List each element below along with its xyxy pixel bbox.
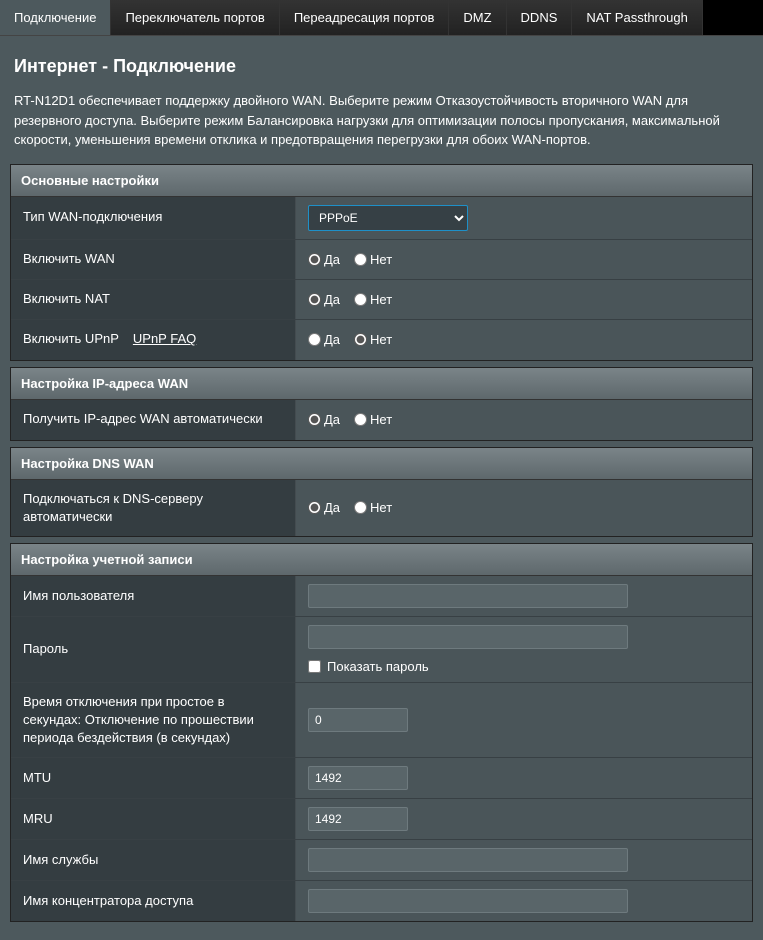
auto-ip-label: Получить IP-адрес WAN автоматически <box>11 400 296 440</box>
auto-dns-no[interactable] <box>354 501 367 514</box>
enable-nat-no[interactable] <box>354 293 367 306</box>
no-label: Нет <box>370 412 392 427</box>
auto-dns-yes[interactable] <box>308 501 321 514</box>
section-dns: Настройка DNS WAN Подключаться к DNS-сер… <box>10 447 753 537</box>
enable-upnp-label: Включить UPnP UPnP FAQ <box>11 320 296 360</box>
service-input[interactable] <box>308 848 628 872</box>
mtu-label: MTU <box>11 758 296 798</box>
row-wan-type: Тип WAN-подключения PPPoE <box>11 197 752 240</box>
enable-nat-yes[interactable] <box>308 293 321 306</box>
page-description: RT-N12D1 обеспечивает поддержку двойного… <box>10 91 753 164</box>
tab-ddns[interactable]: DDNS <box>507 0 573 35</box>
row-mtu: MTU <box>11 758 752 799</box>
page-title: Интернет - Подключение <box>10 48 753 91</box>
no-label: Нет <box>370 332 392 347</box>
auto-ip-yes[interactable] <box>308 413 321 426</box>
enable-upnp-no[interactable] <box>354 333 367 346</box>
yes-label: Да <box>324 292 340 307</box>
wan-type-label: Тип WAN-подключения <box>11 197 296 239</box>
section-wan-ip: Настройка IP-адреса WAN Получить IP-адре… <box>10 367 753 441</box>
enable-upnp-yes[interactable] <box>308 333 321 346</box>
password-input[interactable] <box>308 625 628 649</box>
row-idle: Время отключения при простое в секундах:… <box>11 683 752 759</box>
upnp-faq-link[interactable]: UPnP FAQ <box>133 330 196 348</box>
row-enable-nat: Включить NAT Да Нет <box>11 280 752 320</box>
row-mru: MRU <box>11 799 752 840</box>
enable-wan-no[interactable] <box>354 253 367 266</box>
yes-label: Да <box>324 500 340 515</box>
password-label: Пароль <box>11 617 296 682</box>
row-enable-wan: Включить WAN Да Нет <box>11 240 752 280</box>
tab-dmz[interactable]: DMZ <box>449 0 506 35</box>
enable-wan-label: Включить WAN <box>11 240 296 279</box>
mtu-input[interactable] <box>308 766 408 790</box>
wan-type-select[interactable]: PPPoE <box>308 205 468 231</box>
row-enable-upnp: Включить UPnP UPnP FAQ Да Нет <box>11 320 752 360</box>
section-dns-header: Настройка DNS WAN <box>11 448 752 480</box>
row-auto-dns: Подключаться к DNS-серверу автоматически… <box>11 480 752 536</box>
auto-ip-no[interactable] <box>354 413 367 426</box>
content-area: Интернет - Подключение RT-N12D1 обеспечи… <box>0 36 763 940</box>
auto-dns-label: Подключаться к DNS-серверу автоматически <box>11 480 296 536</box>
row-concentrator: Имя концентратора доступа <box>11 881 752 921</box>
show-password-checkbox[interactable] <box>308 660 321 673</box>
tab-connection[interactable]: Подключение <box>0 0 111 35</box>
no-label: Нет <box>370 500 392 515</box>
tabs-bar: Подключение Переключатель портов Переадр… <box>0 0 763 36</box>
tab-port-forward[interactable]: Переадресация портов <box>280 0 450 35</box>
mru-label: MRU <box>11 799 296 839</box>
username-input[interactable] <box>308 584 628 608</box>
concentrator-label: Имя концентратора доступа <box>11 881 296 921</box>
enable-wan-yes[interactable] <box>308 253 321 266</box>
upnp-text: Включить UPnP <box>23 330 119 348</box>
section-account: Настройка учетной записи Имя пользовател… <box>10 543 753 923</box>
tab-nat-passthrough[interactable]: NAT Passthrough <box>572 0 702 35</box>
no-label: Нет <box>370 292 392 307</box>
no-label: Нет <box>370 252 392 267</box>
concentrator-input[interactable] <box>308 889 628 913</box>
section-wan-ip-header: Настройка IP-адреса WAN <box>11 368 752 400</box>
section-account-header: Настройка учетной записи <box>11 544 752 576</box>
service-label: Имя службы <box>11 840 296 880</box>
mru-input[interactable] <box>308 807 408 831</box>
row-username: Имя пользователя <box>11 576 752 617</box>
row-service: Имя службы <box>11 840 752 881</box>
yes-label: Да <box>324 252 340 267</box>
enable-nat-label: Включить NAT <box>11 280 296 319</box>
yes-label: Да <box>324 332 340 347</box>
username-label: Имя пользователя <box>11 576 296 616</box>
row-auto-ip: Получить IP-адрес WAN автоматически Да Н… <box>11 400 752 440</box>
row-password: Пароль Показать пароль <box>11 617 752 683</box>
idle-input[interactable] <box>308 708 408 732</box>
show-password-label: Показать пароль <box>327 659 429 674</box>
tab-port-switch[interactable]: Переключатель портов <box>111 0 279 35</box>
section-basic: Основные настройки Тип WAN-подключения P… <box>10 164 753 361</box>
idle-label: Время отключения при простое в секундах:… <box>11 683 296 758</box>
yes-label: Да <box>324 412 340 427</box>
section-basic-header: Основные настройки <box>11 165 752 197</box>
